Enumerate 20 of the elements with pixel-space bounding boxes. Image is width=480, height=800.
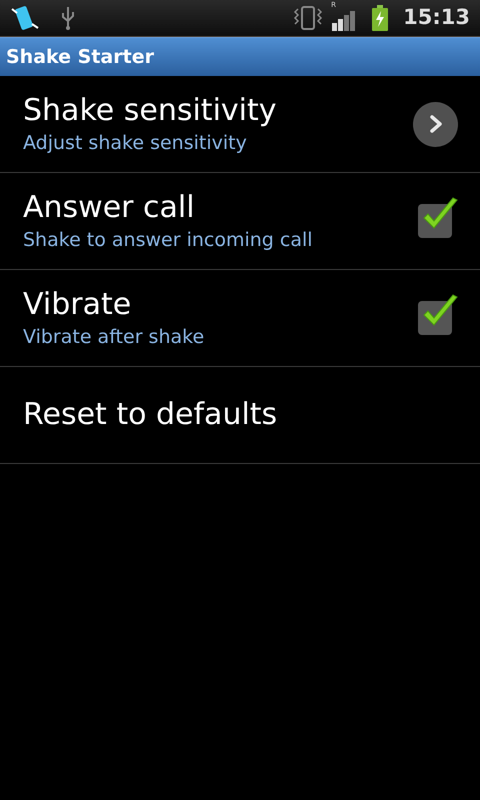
preference-title: Vibrate bbox=[23, 286, 132, 324]
preference-title: Shake sensitivity bbox=[23, 92, 278, 130]
preference-item[interactable]: Shake sensitivity Adjust shake sensitivity bbox=[0, 76, 480, 173]
signal-icon bbox=[331, 11, 356, 31]
preference-summary: Vibrate after shake bbox=[23, 325, 206, 350]
preference-item[interactable]: Answer call Shake to answer incoming call bbox=[0, 173, 480, 270]
preference-title: Answer call bbox=[23, 189, 196, 227]
chevron-button[interactable] bbox=[413, 102, 458, 146]
preference-summary: Shake to answer incoming call bbox=[23, 228, 314, 253]
vibrate-icon bbox=[293, 6, 324, 30]
preference-item[interactable]: Reset to defaults bbox=[0, 367, 480, 464]
preference-title: Reset to defaults bbox=[23, 396, 278, 434]
battery-charging-icon bbox=[371, 5, 390, 31]
preference-item[interactable]: Vibrate Vibrate after shake bbox=[0, 270, 480, 367]
clock: 15:13 bbox=[403, 4, 470, 32]
preference-summary: Adjust shake sensitivity bbox=[23, 131, 248, 156]
usb-icon bbox=[60, 5, 76, 31]
app-title: Shake Starter bbox=[6, 44, 154, 70]
chevron-right-icon bbox=[428, 114, 444, 134]
phone-shake-icon bbox=[10, 4, 40, 32]
